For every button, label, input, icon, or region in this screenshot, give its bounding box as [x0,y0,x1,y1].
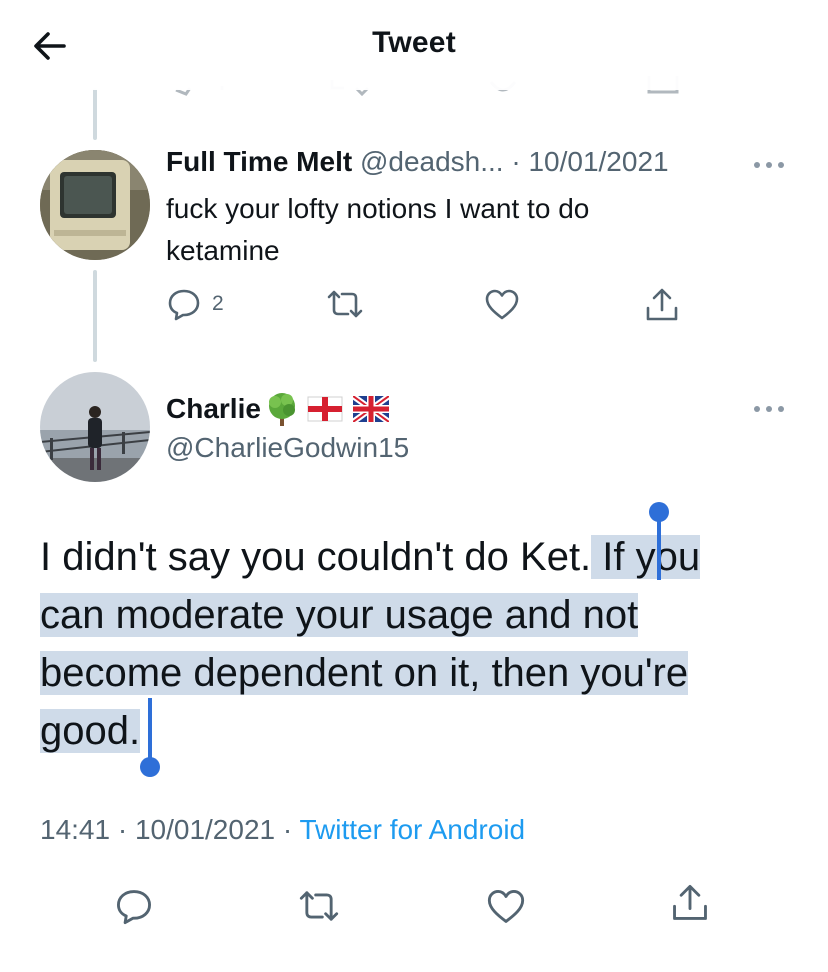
union-jack-flag-icon [352,396,389,422]
reply-button[interactable]: 2 [166,286,224,322]
selection-end-caret [148,698,152,760]
selected-text: become dependent on it, then you're [40,651,689,695]
tweet-text-line: fuck your lofty notions I want to do [166,193,590,224]
tweet-text-line: can moderate your usage and not [40,586,800,644]
selected-text: can moderate your usage and not [40,593,639,637]
unselected-text: I didn't say you couldn't do Ket. [40,535,592,579]
heart-icon [487,890,525,923]
tweet-text: fuck your lofty notions I want to do ket… [166,188,766,272]
author-name[interactable]: Full Time Melt [166,146,352,177]
tweet-author-row: Charlie [166,390,389,428]
author-name[interactable]: Charlie [166,393,261,425]
retweet-button[interactable] [298,886,340,926]
selection-start-caret [657,518,661,580]
share-icon [673,884,707,920]
reply-count: 2 [212,292,224,315]
retweet-button[interactable] [326,286,364,322]
author-handle[interactable]: @CharlieGodwin15 [166,432,409,464]
page-title: Tweet [372,26,456,59]
share-icon [646,288,678,321]
thread-line [93,270,97,362]
avatar[interactable] [40,150,150,260]
tweet-timestamp: 14:41 · 10/01/2021 · [40,814,300,845]
selected-text: If you [591,535,701,579]
like-button[interactable] [486,888,526,926]
more-icon[interactable] [752,158,786,172]
tweet-metadata: 14:41 · 10/01/2021 · Twitter for Android [40,814,525,846]
share-button[interactable] [670,882,710,924]
tweet-author-row: Full Time Melt @deadsh... · 10/01/2021 [166,146,669,178]
share-button[interactable] [644,286,680,324]
reply-icon [117,890,151,925]
retweet-icon [327,290,363,318]
tweet-text-line: become dependent on it, then you're [40,644,800,702]
tweet-text-line: ketamine [166,235,280,266]
tweet-text-line: good. [40,702,800,760]
england-flag-icon [307,396,343,422]
avatar[interactable] [40,372,150,482]
heart-icon [485,289,519,320]
reply-icon [168,289,200,321]
computer-avatar-image [40,150,150,260]
main-tweet-text[interactable]: I didn't say you couldn't do Ket. If you… [40,528,800,760]
thread-line [93,88,97,140]
source-link[interactable]: Twitter for Android [299,814,525,845]
reply-button[interactable] [114,886,154,926]
like-button[interactable] [484,288,520,322]
tweet-text-line: I didn't say you couldn't do Ket. If you [40,528,800,586]
top-bar: Tweet [0,0,828,90]
selection-end-handle[interactable] [140,757,160,777]
author-handle[interactable]: @deadsh... [360,146,504,177]
seaside-avatar-image [40,372,150,482]
tweet-date: · 10/01/2021 [511,146,669,177]
retweet-icon [299,891,339,921]
more-icon[interactable] [752,402,786,416]
selected-text: good. [40,709,141,753]
tree-emoji-icon [268,393,295,426]
